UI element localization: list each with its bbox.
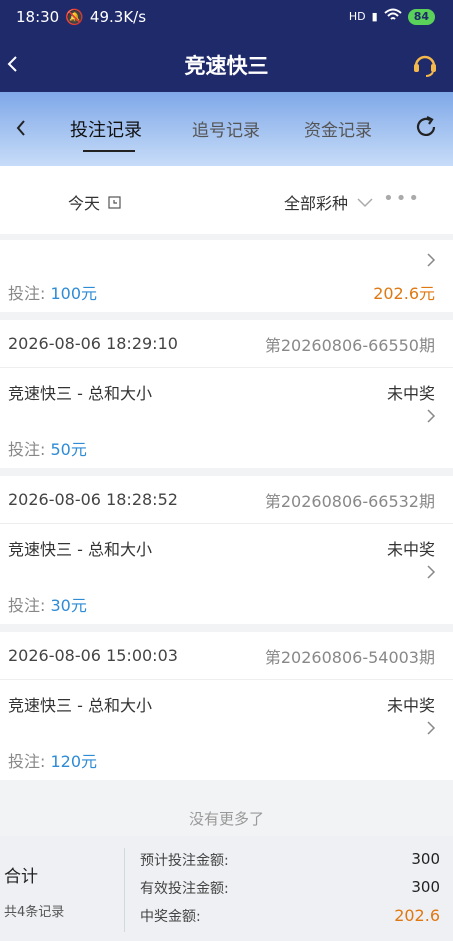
chevron-right-icon [427,721,436,735]
summary-expected-bet: 预计投注金额: 300 [140,850,440,869]
result-status: 未中奖 [386,696,435,715]
app-header: 竞速快三 [0,36,453,92]
battery-indicator: 84 [407,8,435,25]
stake-amount: 投注: 100元 [8,284,98,303]
record-header: 2026-08-06 15:00:03 第20260806-54003期 [0,632,453,680]
wifi-icon [384,8,402,25]
chevron-left-icon [16,120,25,136]
more-options-button[interactable]: ••• [383,188,421,209]
page-title: 竞速快三 [184,54,269,78]
signal-icon: ▮ [371,10,378,23]
game-name: 竞速快三 - 总和大小 [8,540,152,559]
chevron-right-icon [427,409,436,423]
prize-amount: 202.6元 [373,284,435,303]
no-more-text: 没有更多了 [188,810,264,828]
stake-amount: 投注: 120元 [8,752,98,771]
record-header: 2026-08-06 18:29:10 第20260806-66550期 [0,320,453,368]
tab-bet-records[interactable]: 投注记录 [70,116,142,142]
net-speed: 49.3K/s [89,8,147,26]
issue-number: 第20260806-66550期 [264,335,435,355]
bet-record-card[interactable]: 2026-08-06 18:28:52 第20260806-66532期 竞速快… [0,476,453,624]
chevron-down-icon [357,198,373,208]
issue-number: 第20260806-66532期 [264,491,435,511]
active-tab-indicator [83,150,135,152]
stake-amount: 投注: 50元 [8,440,87,459]
result-status: 未中奖 [386,384,435,403]
summary-valid-bet: 有效投注金额: 300 [140,878,440,897]
bet-record-card[interactable]: 2026-08-06 15:00:03 第20260806-54003期 竞速快… [0,632,453,780]
bet-datetime: 2026-08-06 15:00:03 [8,646,178,665]
lottery-filter[interactable]: 全部彩种 [284,190,374,214]
chevron-right-icon [427,253,436,267]
headset-icon [414,55,436,77]
mute-icon: 🔕 [65,8,84,26]
tab-back-button[interactable] [12,116,32,140]
refresh-button[interactable] [413,114,439,140]
bet-record-card[interactable]: 投注: 100元 202.6元 [0,240,453,312]
summary-divider [124,848,125,932]
tab-fund-records[interactable]: 资金记录 [304,116,372,141]
refresh-icon [416,116,436,136]
hd-label: HD [348,10,366,23]
tab-bar: 投注记录 追号记录 资金记录 [0,92,453,166]
stake-amount: 投注: 30元 [8,596,87,615]
bet-datetime: 2026-08-06 18:29:10 [8,334,178,353]
summary-totals: 合计 共4条记录 [4,862,64,920]
clock: 18:30 [16,8,60,26]
issue-number: 第20260806-54003期 [264,647,435,667]
game-name: 竞速快三 - 总和大小 [8,384,152,403]
date-filter-label: 今天 [68,194,101,213]
customer-service-button[interactable] [411,50,439,78]
calendar-icon [108,195,121,209]
record-count: 共4条记录 [4,905,65,920]
summary-prize: 中奖金额: 202.6 [140,906,440,925]
date-filter[interactable]: 今天 [68,190,121,214]
chevron-right-icon [427,565,436,579]
status-bar: 18:30 🔕 49.3K/s HD ▮ 84 [0,0,453,36]
lottery-filter-label: 全部彩种 [284,194,349,213]
bet-record-card[interactable]: 2026-08-06 18:29:10 第20260806-66550期 竞速快… [0,320,453,468]
tab-chase-records[interactable]: 追号记录 [192,116,260,141]
result-status: 未中奖 [386,540,435,559]
bet-datetime: 2026-08-06 18:28:52 [8,490,178,509]
record-header: 2026-08-06 18:28:52 第20260806-66532期 [0,476,453,524]
summary-panel: 合计 共4条记录 预计投注金额: 300 有效投注金额: 300 中奖金额: 2… [0,836,453,941]
game-name: 竞速快三 - 总和大小 [8,696,152,715]
summary-title: 合计 [4,867,38,887]
filter-bar: 今天 全部彩种 ••• [0,166,453,234]
